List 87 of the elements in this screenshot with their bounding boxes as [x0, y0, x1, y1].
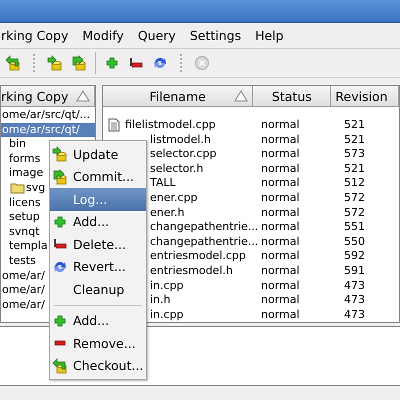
menu-item[interactable]: Checkout... [50, 354, 146, 377]
menu-item[interactable]: Delete... [50, 233, 146, 256]
column-header-label: Status [272, 88, 312, 104]
menu-item[interactable]: Remove... [50, 332, 146, 354]
revision-cell: 512 [344, 176, 365, 190]
filename-cell: changepathentrie... [150, 220, 258, 235]
column-header-label: Filename [149, 88, 206, 104]
filename-cell: ener.cpp [150, 190, 198, 206]
database-arrow-icon [47, 55, 63, 71]
filename-cell: in.cpp [150, 278, 184, 294]
menu-item[interactable]: Log... [50, 188, 146, 210]
status-cell: normal [261, 264, 300, 277]
menu-item[interactable]: Update [50, 143, 146, 166]
filename-cell: in.cpp [150, 308, 184, 322]
filename-cell: entriesmodel.cpp [150, 249, 246, 264]
filename-cell: changepathentrie... [150, 234, 258, 250]
revision-cell: 473 [344, 293, 365, 306]
filename-cell: in.h [150, 293, 170, 308]
menu-bar-item[interactable]: rking Copy [0, 28, 76, 43]
status-cell: normal [261, 190, 300, 204]
status-cell: normal [261, 293, 300, 306]
filename-cell: selector.h [150, 162, 204, 176]
status-cell: normal [261, 220, 300, 234]
document-icon [108, 118, 120, 132]
menu-item[interactable]: Commit... [50, 166, 146, 188]
menu-item[interactable]: Cleanup [50, 278, 146, 300]
tree-item-label: bin [9, 137, 26, 152]
database-arrow-icon [52, 146, 68, 162]
database-arrow-icon [5, 55, 21, 71]
status-cell: normal [261, 176, 300, 190]
menu-bar-item[interactable]: Modify [75, 28, 131, 43]
plus-icon [104, 55, 120, 71]
status-cell: normal [261, 234, 300, 248]
revision-cell: 521 [344, 162, 365, 175]
filename-cell: selector.cpp [150, 147, 216, 162]
tree-row[interactable]: ome/ar/src/qt/ [1, 122, 95, 138]
status-cell: normal [261, 118, 300, 131]
menu-bar-item[interactable]: Query [130, 28, 183, 43]
circular-arrows-icon [152, 55, 168, 71]
column-header[interactable]: rking Copy [1, 86, 95, 107]
sort-triangle-icon [76, 90, 90, 102]
folder-icon [10, 182, 25, 194]
tree-item-label: svg [26, 180, 46, 196]
tree-item-label: ome/ar/ [2, 298, 45, 312]
column-header[interactable]: Revision [331, 86, 399, 107]
status-cell: normal [261, 308, 300, 321]
plus-icon [52, 312, 68, 329]
tree-item-label: ome/ar/src/qt/ [2, 122, 80, 138]
tree-item-label: ome/ar/ [2, 268, 45, 284]
filename-cell: TALL [150, 176, 176, 191]
column-header-label: Revision [335, 88, 388, 104]
filename-cell: ener.h [150, 206, 184, 220]
revision-cell: 473 [344, 308, 365, 321]
sort-triangle-icon [234, 90, 248, 102]
filename-cell: entriesmodel.h [150, 264, 233, 279]
column-header[interactable]: Filename [103, 86, 254, 107]
menu-item[interactable]: Revert... [50, 256, 146, 278]
revision-cell: 592 [344, 249, 365, 262]
revision-cell: 573 [344, 147, 365, 160]
menu-bar-item[interactable]: Help [248, 28, 291, 43]
database-arrow-icon [71, 55, 87, 71]
revision-cell: 521 [344, 132, 365, 146]
status-cell: normal [261, 278, 300, 292]
revision-cell: 551 [344, 220, 365, 234]
menu-item[interactable]: Add... [50, 210, 146, 233]
status-cell: normal [261, 132, 300, 146]
database-arrow-icon [52, 358, 68, 374]
revision-cell: 473 [344, 278, 365, 292]
status-cell: normal [261, 162, 300, 175]
menu-item[interactable]: Add... [50, 310, 146, 332]
stop-icon [194, 55, 210, 71]
status-cell: normal [261, 206, 300, 219]
filename-cell: listmodel.h [150, 132, 211, 148]
filename-cell: filelistmodel.cpp [125, 118, 216, 133]
status-cell: normal [261, 249, 300, 262]
column-header[interactable]: Status [253, 86, 332, 107]
tree-item-label: svnqt [9, 224, 40, 240]
revision-cell: 591 [344, 264, 365, 277]
menu-bar-item[interactable]: Settings [182, 28, 248, 43]
revision-cell: 550 [344, 234, 365, 248]
database-arrow-icon [52, 168, 68, 185]
plus-icon [52, 214, 68, 230]
revision-cell: 572 [344, 206, 365, 219]
status-cell: normal [261, 147, 300, 160]
column-header-label: rking Copy [1, 88, 68, 104]
revision-cell: 521 [344, 118, 365, 131]
revision-cell: 572 [344, 190, 365, 204]
